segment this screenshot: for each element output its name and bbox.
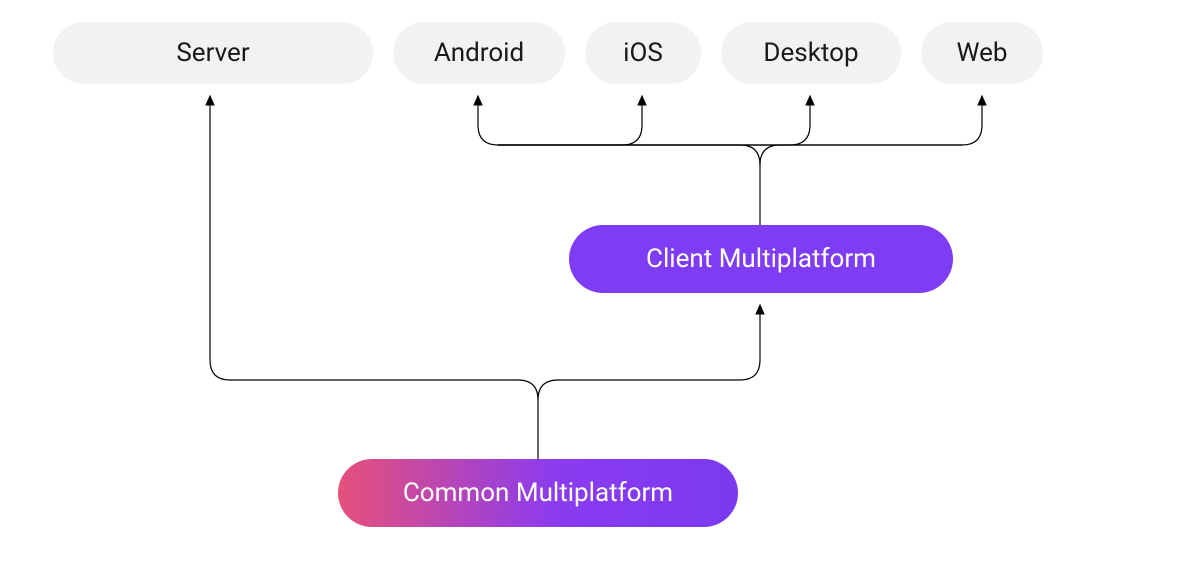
web-label: Web	[956, 38, 1007, 68]
desktop-node: Desktop	[721, 22, 901, 84]
ios-node: iOS	[585, 22, 701, 84]
client-multiplatform-node: Client Multiplatform	[569, 225, 953, 293]
web-node: Web	[921, 22, 1043, 84]
android-node: Android	[393, 22, 565, 84]
server-node: Server	[53, 22, 373, 84]
common-multiplatform-node: Common Multiplatform	[338, 459, 738, 527]
ios-label: iOS	[623, 38, 663, 68]
client-label: Client Multiplatform	[646, 244, 876, 274]
android-label: Android	[434, 38, 524, 68]
common-label: Common Multiplatform	[403, 478, 673, 508]
server-label: Server	[176, 38, 249, 68]
desktop-label: Desktop	[763, 38, 858, 68]
